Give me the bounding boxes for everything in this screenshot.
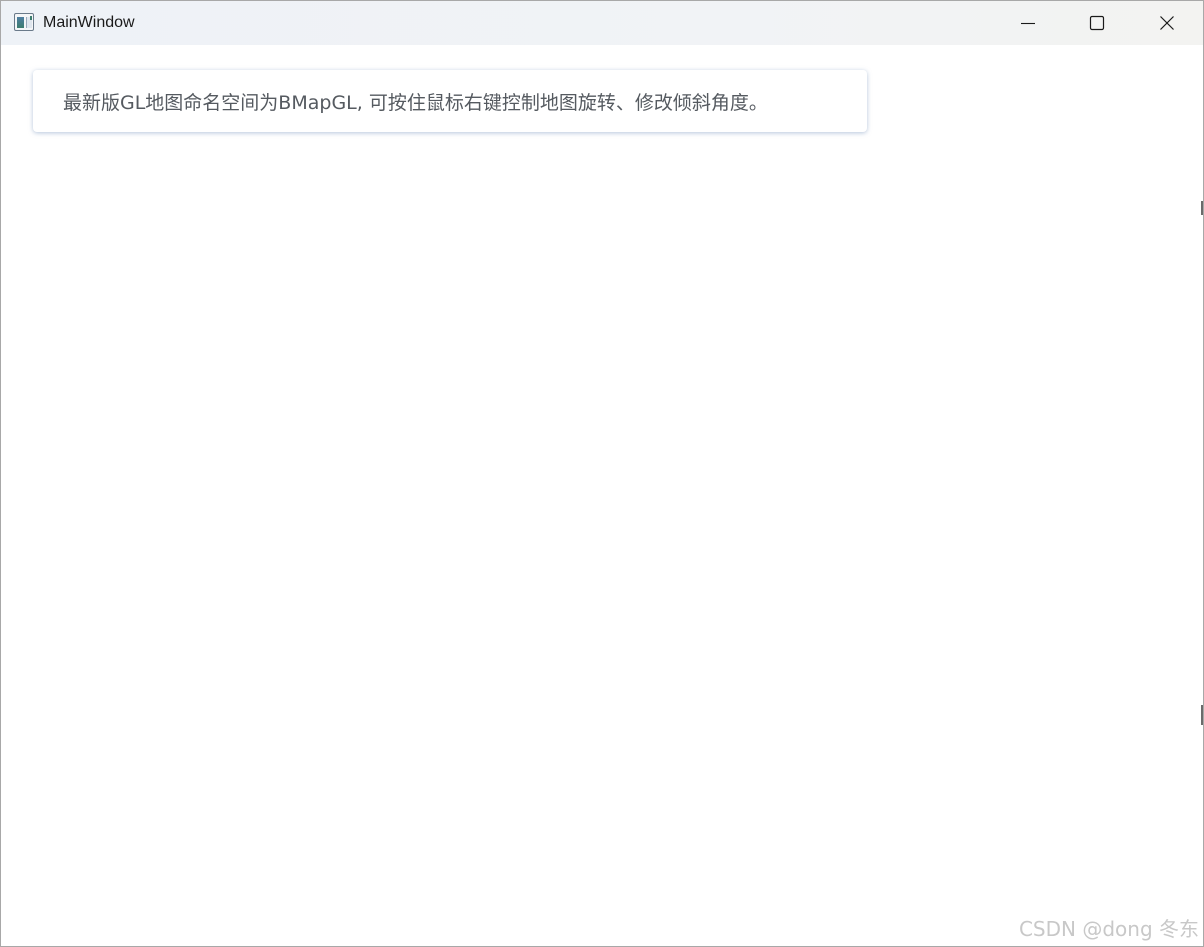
minimize-button[interactable] xyxy=(993,1,1063,45)
close-button[interactable] xyxy=(1132,1,1202,45)
main-window: MainWindow 最新版GL地图命名空间为BMapGL, 可按住鼠标右键控制… xyxy=(0,0,1204,947)
edge-mark xyxy=(1201,201,1203,215)
edge-mark xyxy=(1201,705,1203,725)
maximize-button[interactable] xyxy=(1062,1,1132,45)
info-banner: 最新版GL地图命名空间为BMapGL, 可按住鼠标右键控制地图旋转、修改倾斜角度… xyxy=(33,70,867,132)
title-bar[interactable]: MainWindow xyxy=(1,1,1203,45)
window-title: MainWindow xyxy=(43,14,135,31)
watermark: CSDN @dong 冬东 xyxy=(1018,917,1199,941)
map-container[interactable]: 最新版GL地图命名空间为BMapGL, 可按住鼠标右键控制地图旋转、修改倾斜角度… xyxy=(1,45,1203,946)
info-text: 最新版GL地图命名空间为BMapGL, 可按住鼠标右键控制地图旋转、修改倾斜角度… xyxy=(63,91,768,114)
close-icon xyxy=(1159,15,1175,31)
maximize-icon xyxy=(1089,15,1105,31)
app-window-icon[interactable] xyxy=(14,13,34,31)
minimize-icon xyxy=(1020,15,1036,31)
